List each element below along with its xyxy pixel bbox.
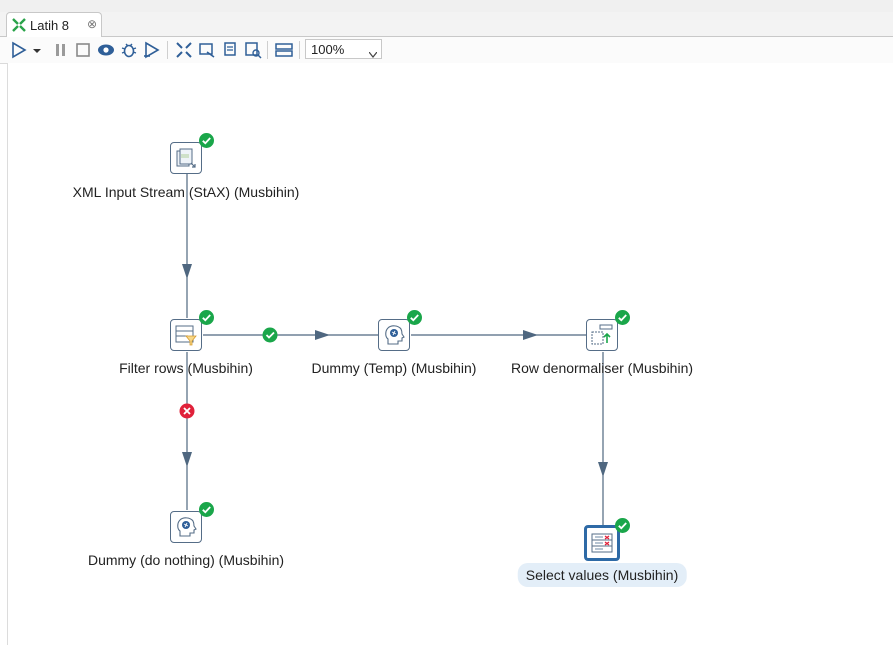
transformation-icon (11, 17, 27, 33)
editor-tab-strip: Latih 8 ⊗ (0, 12, 893, 37)
step-label: Dummy (Temp) (Musbihin) (311, 360, 477, 376)
stop-icon[interactable] (73, 40, 93, 60)
dummy-head-icon (385, 325, 405, 345)
denormaliser-icon (591, 324, 613, 345)
sql-icon[interactable] (220, 40, 240, 60)
check-icon (407, 310, 422, 325)
run-options-icon[interactable] (31, 40, 43, 60)
hop-arrow (315, 330, 330, 340)
show-results-icon[interactable] (274, 40, 294, 60)
tab-title: Latih 8 (30, 18, 70, 33)
impact-icon[interactable] (197, 40, 217, 60)
check-icon (615, 518, 630, 533)
hop-arrow (182, 452, 192, 467)
zoom-value: 100% (311, 42, 345, 57)
filter-icon (175, 325, 197, 346)
dummy-head-icon (177, 517, 197, 537)
run-icon[interactable] (9, 40, 29, 60)
hop-true-icon (262, 327, 278, 343)
replay-icon[interactable] (142, 40, 162, 60)
step-label-selected: Select values (Musbihin) (517, 563, 687, 587)
step-label: Filter rows (Musbihin) (119, 360, 253, 376)
check-icon (199, 310, 214, 325)
step-filter-rows[interactable] (170, 319, 202, 351)
hop-arrow (598, 462, 608, 477)
toolbar: 100% (0, 37, 893, 64)
hop-false-icon (179, 403, 195, 419)
debug-icon[interactable] (119, 40, 139, 60)
explore-db-icon[interactable] (243, 40, 263, 60)
transformation-canvas[interactable]: XML Input Stream (StAX) (Musbihin) Filte… (7, 63, 893, 645)
chevron-down-icon (368, 46, 378, 58)
hop-arrow (523, 330, 538, 340)
close-icon[interactable]: ⊗ (87, 17, 97, 31)
check-icon (199, 133, 214, 148)
pause-icon[interactable] (51, 40, 71, 60)
hop-arrow (182, 264, 192, 279)
check-icon (199, 502, 214, 517)
step-label: XML Input Stream (StAX) (Musbihin) (72, 184, 300, 200)
step-xml-input-stream[interactable] (170, 142, 202, 174)
tab-transformation[interactable]: Latih 8 ⊗ (6, 12, 102, 37)
step-row-denormaliser[interactable] (586, 319, 618, 351)
step-label: Dummy (do nothing) (Musbihin) (87, 552, 285, 568)
xml-file-icon (176, 148, 196, 168)
verify-icon[interactable] (174, 40, 194, 60)
step-label: Row denormaliser (Musbihin) (510, 360, 694, 376)
preview-icon[interactable] (96, 40, 116, 60)
check-icon (615, 310, 630, 325)
select-values-icon (591, 533, 613, 553)
step-dummy-temp[interactable] (378, 319, 410, 351)
step-dummy-do-nothing[interactable] (170, 511, 202, 543)
zoom-select[interactable]: 100% (305, 39, 382, 59)
